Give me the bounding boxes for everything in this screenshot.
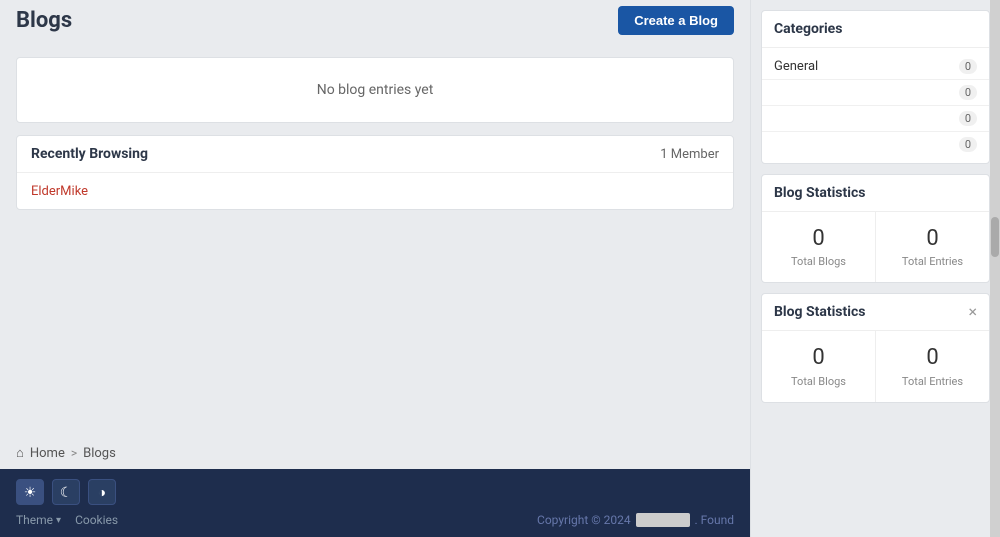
category-name: General [774, 59, 818, 74]
category-item-2: 0 [762, 80, 989, 106]
page-header: Blogs Create a Blog [0, 0, 750, 45]
user-link[interactable]: ElderMike [31, 184, 88, 199]
total-entries-value: 0 [884, 226, 981, 252]
category-count-3: 0 [959, 111, 977, 126]
categories-panel: Categories General 0 0 0 0 [761, 10, 990, 164]
breadcrumb-current: Blogs [83, 446, 116, 461]
total-entries-cell-2: 0 Total Entries [876, 331, 989, 401]
total-entries-value-2: 0 [884, 345, 981, 371]
page-title: Blogs [16, 8, 72, 33]
home-icon: ⌂ [16, 445, 24, 461]
category-count: 0 [959, 59, 977, 74]
recently-browsing-box: Recently Browsing 1 Member ElderMike [16, 135, 734, 210]
categories-list: General 0 0 0 0 [762, 48, 989, 163]
total-blogs-cell: 0 Total Blogs [762, 212, 876, 282]
no-entries-text: No blog entries yet [317, 82, 434, 98]
total-blogs-label: Total Blogs [770, 255, 867, 268]
footer: ☀ ☾ ◑ Theme ▾ Cookies Copyright © 2024 .… [0, 469, 750, 537]
close-button[interactable]: × [968, 304, 977, 320]
create-blog-button[interactable]: Create a Blog [618, 6, 734, 35]
scrollbar[interactable] [990, 0, 1000, 537]
breadcrumb-separator: > [71, 446, 77, 460]
recently-browsing-title: Recently Browsing [31, 146, 148, 162]
recently-browsing-body: ElderMike [17, 173, 733, 209]
scrollbar-thumb[interactable] [991, 217, 999, 257]
auto-theme-button[interactable]: ◑ [88, 479, 116, 505]
total-entries-label: Total Entries [884, 255, 981, 268]
member-count: 1 Member [660, 147, 719, 162]
blog-statistics-title: Blog Statistics [762, 175, 989, 212]
stats-grid: 0 Total Blogs 0 Total Entries [762, 212, 989, 282]
no-entries-box: No blog entries yet [16, 57, 734, 123]
light-theme-button[interactable]: ☀ [16, 479, 44, 505]
floating-stats-header: Blog Statistics × [762, 294, 989, 331]
footer-site-name [636, 513, 690, 527]
total-blogs-label-2: Total Blogs [770, 375, 867, 388]
category-item-4: 0 [762, 132, 989, 157]
theme-buttons: ☀ ☾ ◑ [16, 479, 734, 505]
total-blogs-value-2: 0 [770, 345, 867, 371]
footer-links: Theme ▾ Cookies Copyright © 2024 . Found [16, 513, 734, 527]
floating-stats-title: Blog Statistics [774, 304, 865, 320]
category-count-4: 0 [959, 137, 977, 152]
total-entries-label-2: Total Entries [884, 375, 981, 388]
recently-browsing-header: Recently Browsing 1 Member [17, 136, 733, 173]
stats-grid-2: 0 Total Blogs 0 Total Entries [762, 331, 989, 401]
content-area: No blog entries yet Recently Browsing 1 … [0, 45, 750, 435]
theme-chevron-icon: ▾ [56, 515, 61, 526]
cookies-link[interactable]: Cookies [75, 513, 118, 527]
breadcrumb: ⌂ Home > Blogs [0, 435, 750, 469]
theme-label: Theme [16, 513, 53, 527]
dark-theme-button[interactable]: ☾ [52, 479, 80, 505]
blog-statistics-panel-2: Blog Statistics × 0 Total Blogs 0 Total … [761, 293, 990, 402]
footer-copyright: Copyright © 2024 . Found [537, 513, 734, 527]
total-entries-cell: 0 Total Entries [876, 212, 989, 282]
right-sidebar: Categories General 0 0 0 0 [750, 0, 1000, 537]
blog-statistics-panel: Blog Statistics 0 Total Blogs 0 Total En… [761, 174, 990, 283]
total-blogs-cell-2: 0 Total Blogs [762, 331, 876, 401]
category-item-general: General 0 [762, 54, 989, 80]
category-count-2: 0 [959, 85, 977, 100]
theme-link[interactable]: Theme ▾ [16, 513, 61, 527]
total-blogs-value: 0 [770, 226, 867, 252]
categories-title: Categories [762, 11, 989, 48]
category-item-3: 0 [762, 106, 989, 132]
breadcrumb-home-link[interactable]: Home [30, 446, 65, 461]
